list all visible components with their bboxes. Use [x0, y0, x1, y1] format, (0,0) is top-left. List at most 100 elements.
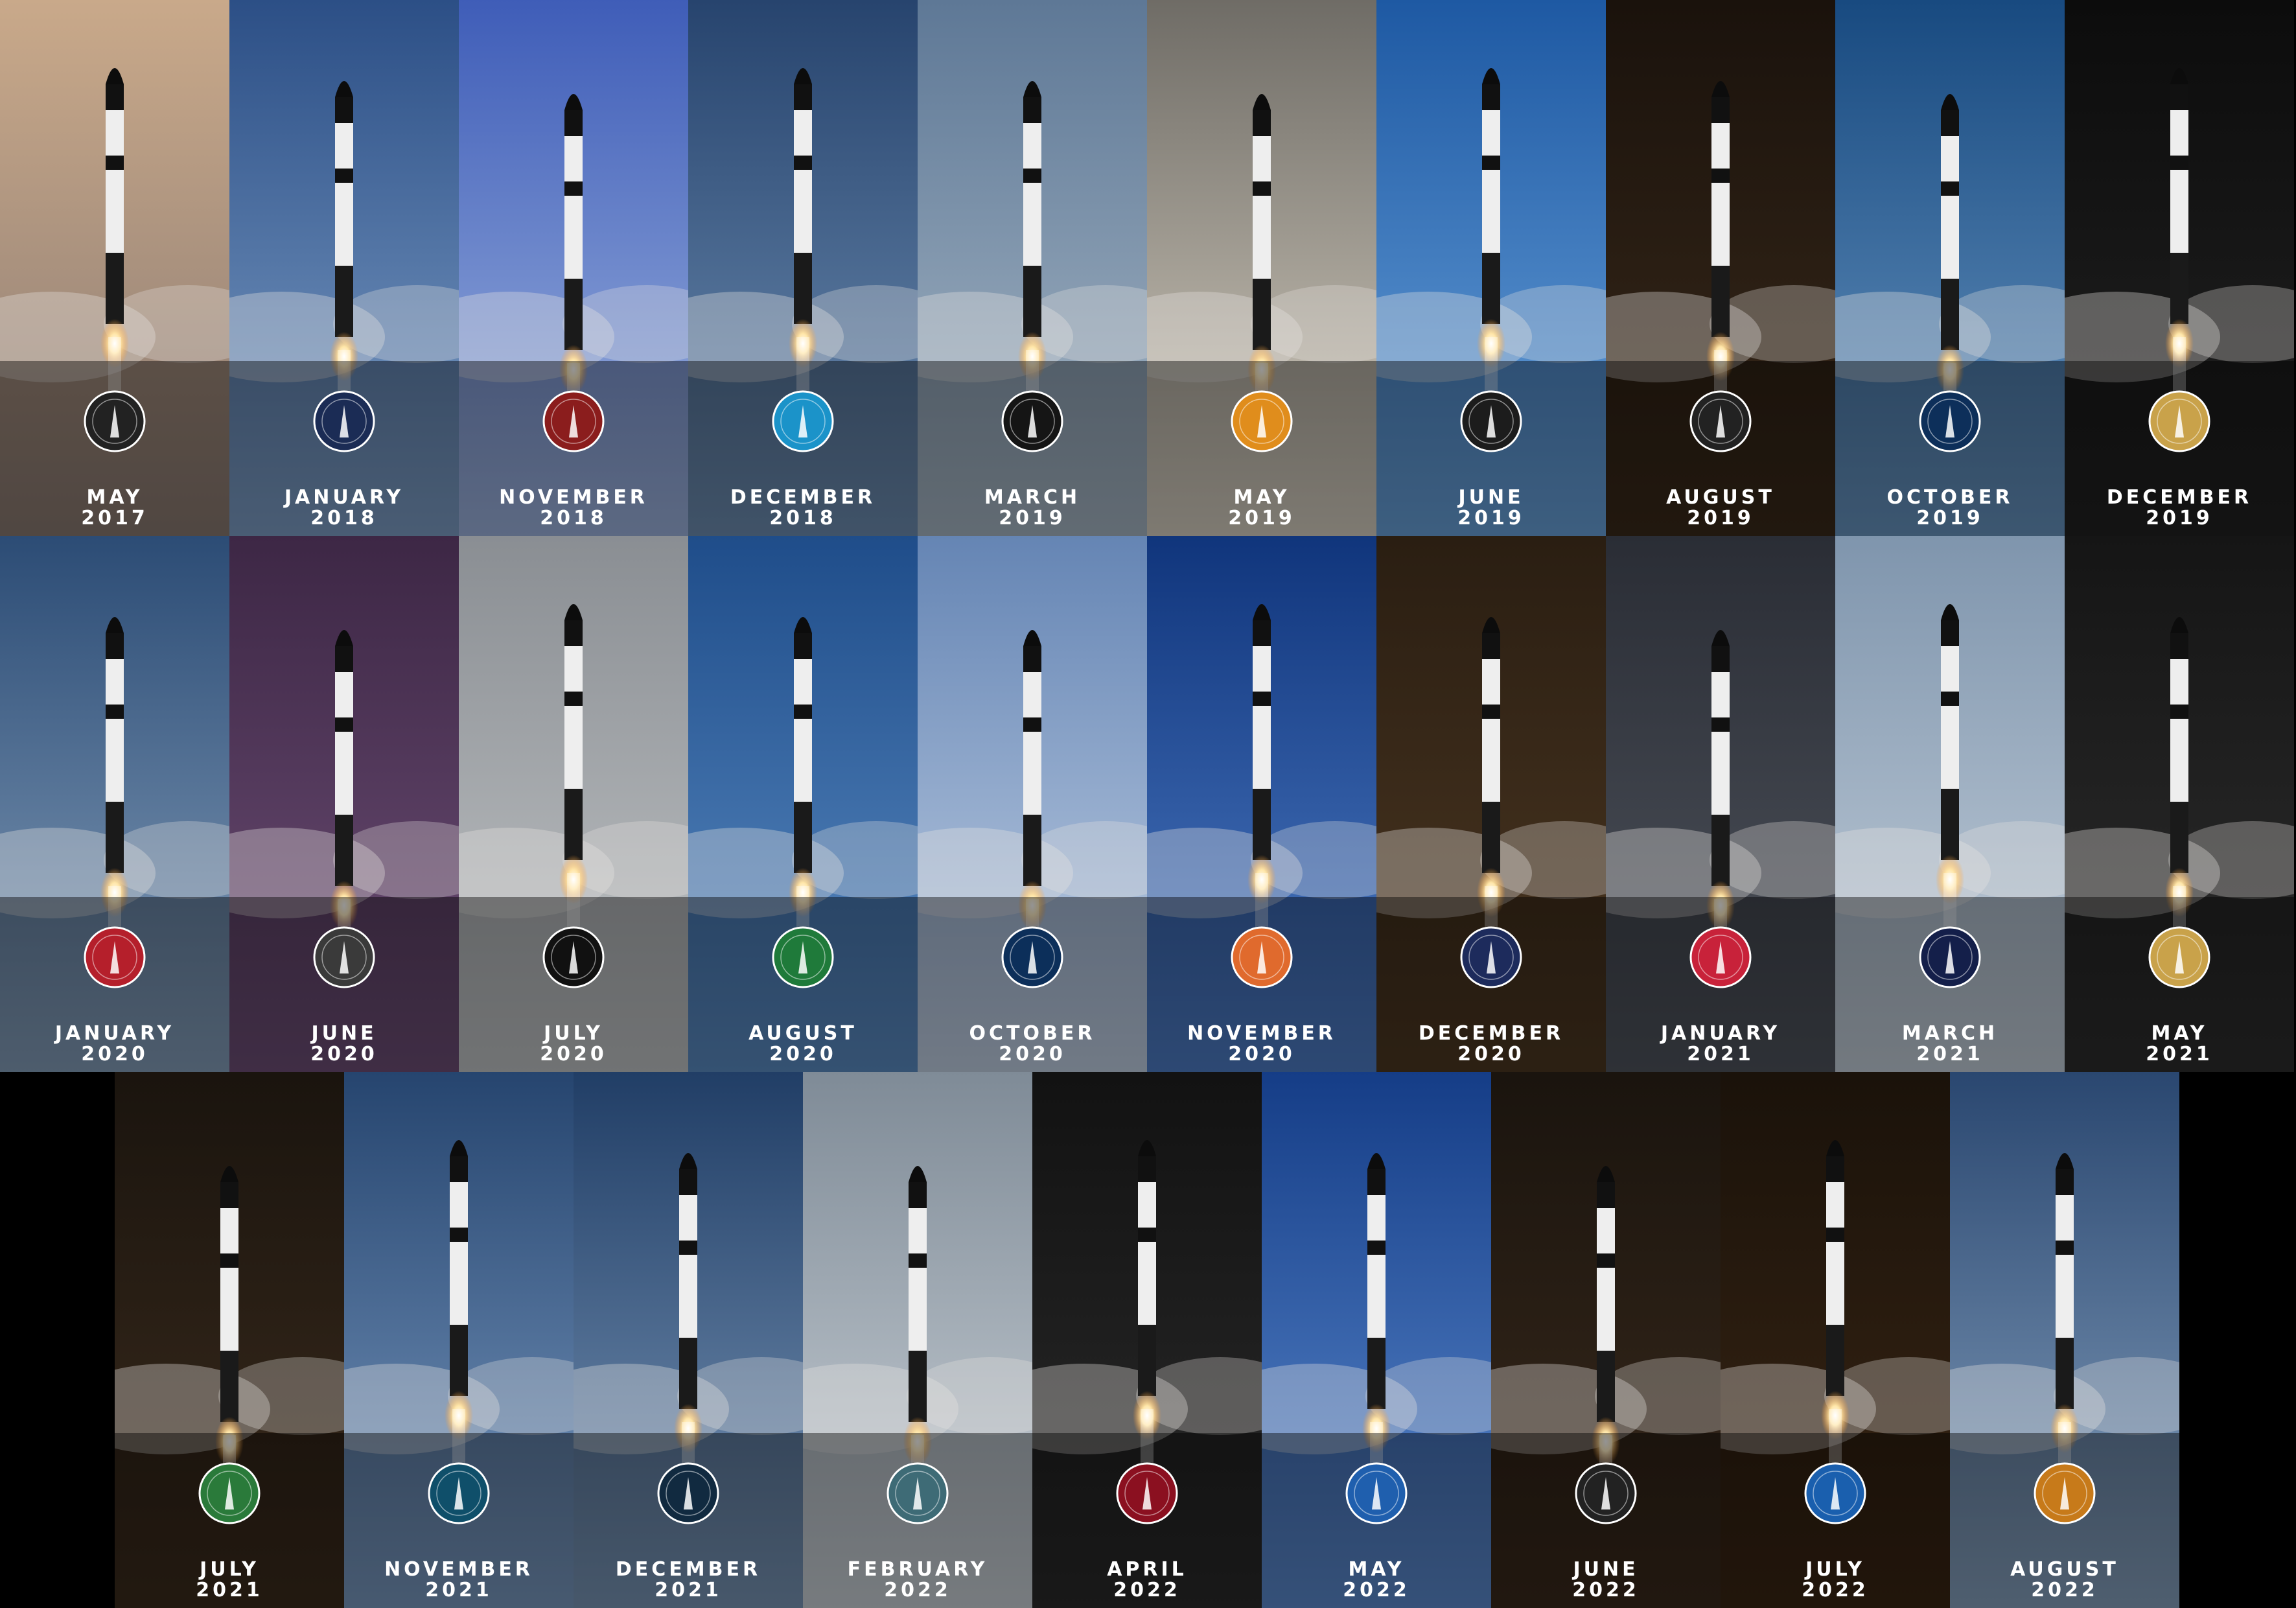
mission-month: JULY: [1805, 1558, 1865, 1581]
mission-month: JUNE: [1573, 1558, 1639, 1581]
mission-year: 2020: [1457, 1043, 1525, 1066]
launch-photo: [688, 0, 918, 536]
launch-panel: DECEMBER 2019: [2065, 0, 2294, 536]
mission-month: MARCH: [1901, 1022, 1999, 1045]
mission-year: 2020: [540, 1043, 607, 1066]
launch-panel: NOVEMBER 2020: [1147, 536, 1376, 1072]
launch-photo: [803, 1072, 1032, 1608]
launch-photo: [1262, 1072, 1491, 1608]
mission-year: 2019: [1687, 507, 1754, 530]
launch-panel: JUNE 2022: [1491, 1072, 1721, 1608]
launch-photo: [1032, 1072, 1262, 1608]
launch-panel: JUNE 2020: [229, 536, 459, 1072]
mission-month: OCTOBER: [1886, 486, 2013, 509]
launch-photo: [1376, 0, 1606, 536]
mission-year: 2019: [1228, 507, 1295, 530]
mission-year: 2019: [1457, 507, 1525, 530]
launch-photo: [1147, 536, 1376, 1072]
launch-photo: [344, 1072, 574, 1608]
launch-panel: OCTOBER 2020: [918, 536, 1147, 1072]
mission-year: 2022: [1572, 1579, 1640, 1602]
launch-photo: [0, 0, 229, 536]
launch-panel: AUGUST 2020: [688, 536, 918, 1072]
launch-photo: [1606, 0, 1835, 536]
mission-year: 2018: [769, 507, 837, 530]
launch-photo: [1835, 536, 2065, 1072]
mission-month: JUNE: [1458, 486, 1524, 509]
mission-year: 2020: [310, 1043, 378, 1066]
launch-photo: [1721, 1072, 1950, 1608]
launch-panel: OCTOBER 2019: [1835, 0, 2065, 536]
mission-month: JANUARY: [54, 1022, 175, 1045]
mission-month: JUNE: [311, 1022, 377, 1045]
mission-month: DECEMBER: [1418, 1022, 1564, 1045]
mission-month: AUGUST: [1666, 486, 1775, 509]
mission-month: JANUARY: [284, 486, 404, 509]
mission-year: 2018: [540, 507, 607, 530]
launch-panel: NOVEMBER 2018: [459, 0, 688, 536]
mission-year: 2022: [1113, 1579, 1181, 1602]
launch-photo: [2065, 536, 2294, 1072]
mission-month: JULY: [200, 1558, 259, 1581]
mission-year: 2021: [655, 1579, 722, 1602]
launch-panel: MAY 2017: [0, 0, 229, 536]
launch-photo: [459, 536, 688, 1072]
mission-month: APRIL: [1107, 1558, 1187, 1581]
mission-year: 2018: [310, 507, 378, 530]
mission-month: FEBRUARY: [847, 1558, 988, 1581]
mission-month: NOVEMBER: [1187, 1022, 1336, 1045]
mission-month: NOVEMBER: [499, 486, 648, 509]
mission-year: 2020: [999, 1043, 1066, 1066]
launch-photo: [1950, 1072, 2179, 1608]
launch-panel: JANUARY 2021: [1606, 536, 1835, 1072]
launch-panel: JULY 2022: [1721, 1072, 1950, 1608]
launch-panel: JANUARY 2020: [0, 536, 229, 1072]
launch-panel: JUNE 2019: [1376, 0, 1606, 536]
launch-panel: NOVEMBER 2021: [344, 1072, 574, 1608]
launch-panel: AUGUST 2022: [1950, 1072, 2179, 1608]
launch-photo: [115, 1072, 344, 1608]
mission-year: 2019: [1916, 507, 1984, 530]
launch-panel: MAY 2022: [1262, 1072, 1491, 1608]
mission-month: MARCH: [984, 486, 1081, 509]
mission-month: MAY: [86, 486, 143, 509]
mission-year: 2019: [999, 507, 1066, 530]
launch-panel: DECEMBER 2020: [1376, 536, 1606, 1072]
launch-panel: FEBRUARY 2022: [803, 1072, 1032, 1608]
mission-month: MAY: [2151, 1022, 2208, 1045]
launch-photo: [0, 536, 229, 1072]
launch-photo: [229, 536, 459, 1072]
launch-photo: [2065, 0, 2294, 536]
launch-photo: [1376, 536, 1606, 1072]
launch-photo: [918, 536, 1147, 1072]
mission-year: 2019: [2146, 507, 2213, 530]
mission-year: 2021: [196, 1579, 263, 1602]
mission-year: 2021: [1687, 1043, 1754, 1066]
launch-panel: DECEMBER 2021: [574, 1072, 803, 1608]
mission-year: 2020: [81, 1043, 148, 1066]
launch-photo: [1606, 536, 1835, 1072]
mission-month: OCTOBER: [969, 1022, 1096, 1045]
launch-photo: [1835, 0, 2065, 536]
launch-photo: [1147, 0, 1376, 536]
launch-photo: [1491, 1072, 1721, 1608]
launch-photo: [574, 1072, 803, 1608]
launch-panel: JULY 2020: [459, 536, 688, 1072]
mission-year: 2021: [425, 1579, 493, 1602]
mission-year: 2020: [769, 1043, 837, 1066]
launch-panel: DECEMBER 2018: [688, 0, 918, 536]
launch-panel: APRIL 2022: [1032, 1072, 1262, 1608]
mission-year: 2020: [1228, 1043, 1295, 1066]
mission-month: MAY: [1233, 486, 1290, 509]
mission-month: AUGUST: [748, 1022, 857, 1045]
mission-month: DECEMBER: [2106, 486, 2253, 509]
mission-month: MAY: [1348, 1558, 1405, 1581]
launch-panel: MARCH 2021: [1835, 536, 2065, 1072]
mission-year: 2022: [1802, 1579, 1869, 1602]
mission-year: 2021: [1916, 1043, 1984, 1066]
launch-photo: [229, 0, 459, 536]
mission-year: 2021: [2146, 1043, 2213, 1066]
mission-month: DECEMBER: [730, 486, 876, 509]
mission-month: JULY: [544, 1022, 603, 1045]
launch-photo: [688, 536, 918, 1072]
